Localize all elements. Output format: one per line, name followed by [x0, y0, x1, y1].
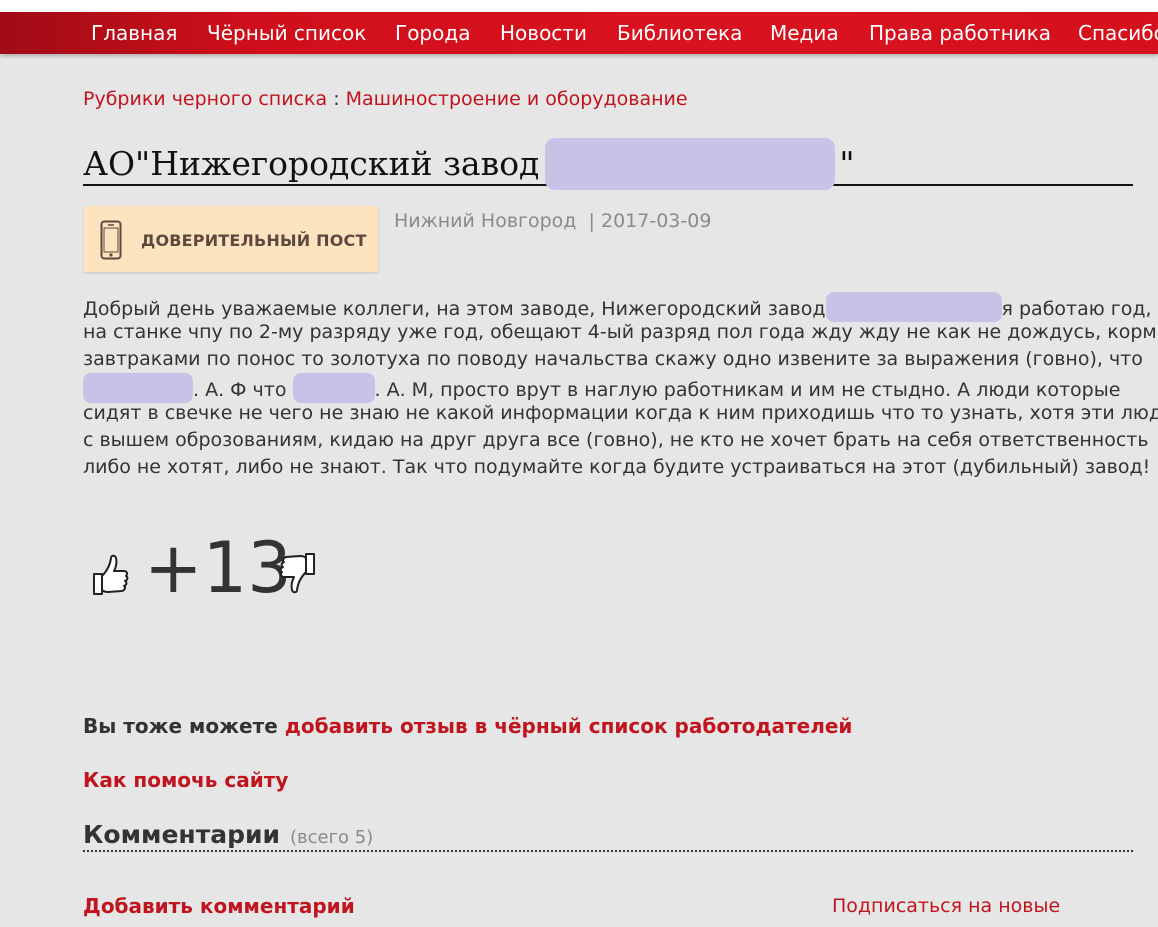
redacted-block: [292, 373, 375, 403]
post-city: Нижний Новгород: [394, 210, 577, 232]
post-body-line: . А. Ф что . А. М, просто врут в наглую …: [83, 373, 1143, 403]
comments-title: Комментарии: [83, 820, 280, 849]
post-text: . А. М, просто врут в наглую работникам …: [374, 379, 1121, 401]
nav-item-library[interactable]: Библиотека: [617, 22, 742, 44]
nav-item-blacklist[interactable]: Чёрный список: [207, 22, 366, 44]
thumbs-up-icon[interactable]: [90, 552, 130, 598]
post-body-line: с вышем оброзованиям, кидаю на друг друг…: [83, 429, 1149, 451]
redacted-block: [545, 138, 836, 190]
breadcrumb-category-link[interactable]: Машиностроение и оборудование: [346, 88, 688, 110]
breadcrumb-separator: :: [327, 88, 346, 110]
nav-item-media[interactable]: Медиа: [770, 22, 839, 44]
nav-item-news[interactable]: Новости: [500, 22, 587, 44]
post-body-line: либо не хотят, либо не знают. Так что по…: [83, 456, 1151, 478]
trusted-post-label: ДОВЕРИТЕЛЬНЫЙ ПОСТ: [141, 231, 367, 250]
comments-count: (всего 5): [290, 827, 374, 848]
add-review-prefix: Вы тоже можете: [83, 714, 285, 738]
post-body: Добрый день уважаемые коллеги, на этом з…: [83, 292, 1158, 481]
redacted-block: [83, 373, 193, 403]
post-body-line: Добрый день уважаемые коллеги, на этом з…: [83, 292, 1152, 322]
post-title: АО"Нижегородский завод ": [83, 138, 1133, 190]
post-body-line: сидят в свечке не чего не знаю не какой …: [83, 402, 1158, 424]
main-navbar: Главная Чёрный список Города Новости Биб…: [0, 12, 1158, 54]
rating-score: +13: [144, 527, 292, 609]
breadcrumb: Рубрики черного списка : Машиностроение …: [83, 88, 688, 110]
nav-item-home[interactable]: Главная: [91, 22, 177, 44]
nav-item-worker-rights[interactable]: Права работника: [869, 22, 1051, 44]
post-body-line: завтраками по понос то золотуха по повод…: [83, 348, 1143, 370]
help-site-link[interactable]: Как помочь сайту: [83, 768, 288, 792]
add-comment-link[interactable]: Добавить комментарий: [83, 894, 355, 918]
post-title-prefix: АО"Нижегородский завод: [83, 144, 540, 183]
redacted-block: [825, 292, 1002, 322]
post-text: . А. Ф что: [193, 379, 287, 401]
post-text: Добрый день уважаемые коллеги, на этом з…: [83, 298, 826, 320]
post-date-separator: |: [576, 210, 601, 232]
breadcrumb-root-link[interactable]: Рубрики черного списка: [83, 88, 327, 110]
post-meta: Нижний Новгород | 2017-03-09: [394, 210, 711, 232]
post-body-line: на станке чпу по 2-му разряду уже год, о…: [83, 321, 1158, 343]
post-date: 2017-03-09: [600, 210, 712, 232]
add-review-cta: Вы тоже можете добавить отзыв в чёрный с…: [83, 714, 852, 738]
subscribe-link[interactable]: Подписаться на новые: [832, 895, 1060, 917]
add-review-link[interactable]: добавить отзыв в чёрный список работодат…: [285, 714, 853, 738]
nav-item-cities[interactable]: Города: [395, 22, 470, 44]
comments-header: Комментарии (всего 5): [83, 820, 1133, 852]
post-text: я работаю год,: [1001, 298, 1152, 320]
nav-item-thanks[interactable]: Спасибо: [1078, 22, 1158, 44]
top-strip: [0, 0, 1158, 12]
post-title-suffix: ": [839, 144, 855, 183]
phone-icon: [100, 220, 122, 260]
thumbs-down-icon[interactable]: [278, 550, 318, 596]
